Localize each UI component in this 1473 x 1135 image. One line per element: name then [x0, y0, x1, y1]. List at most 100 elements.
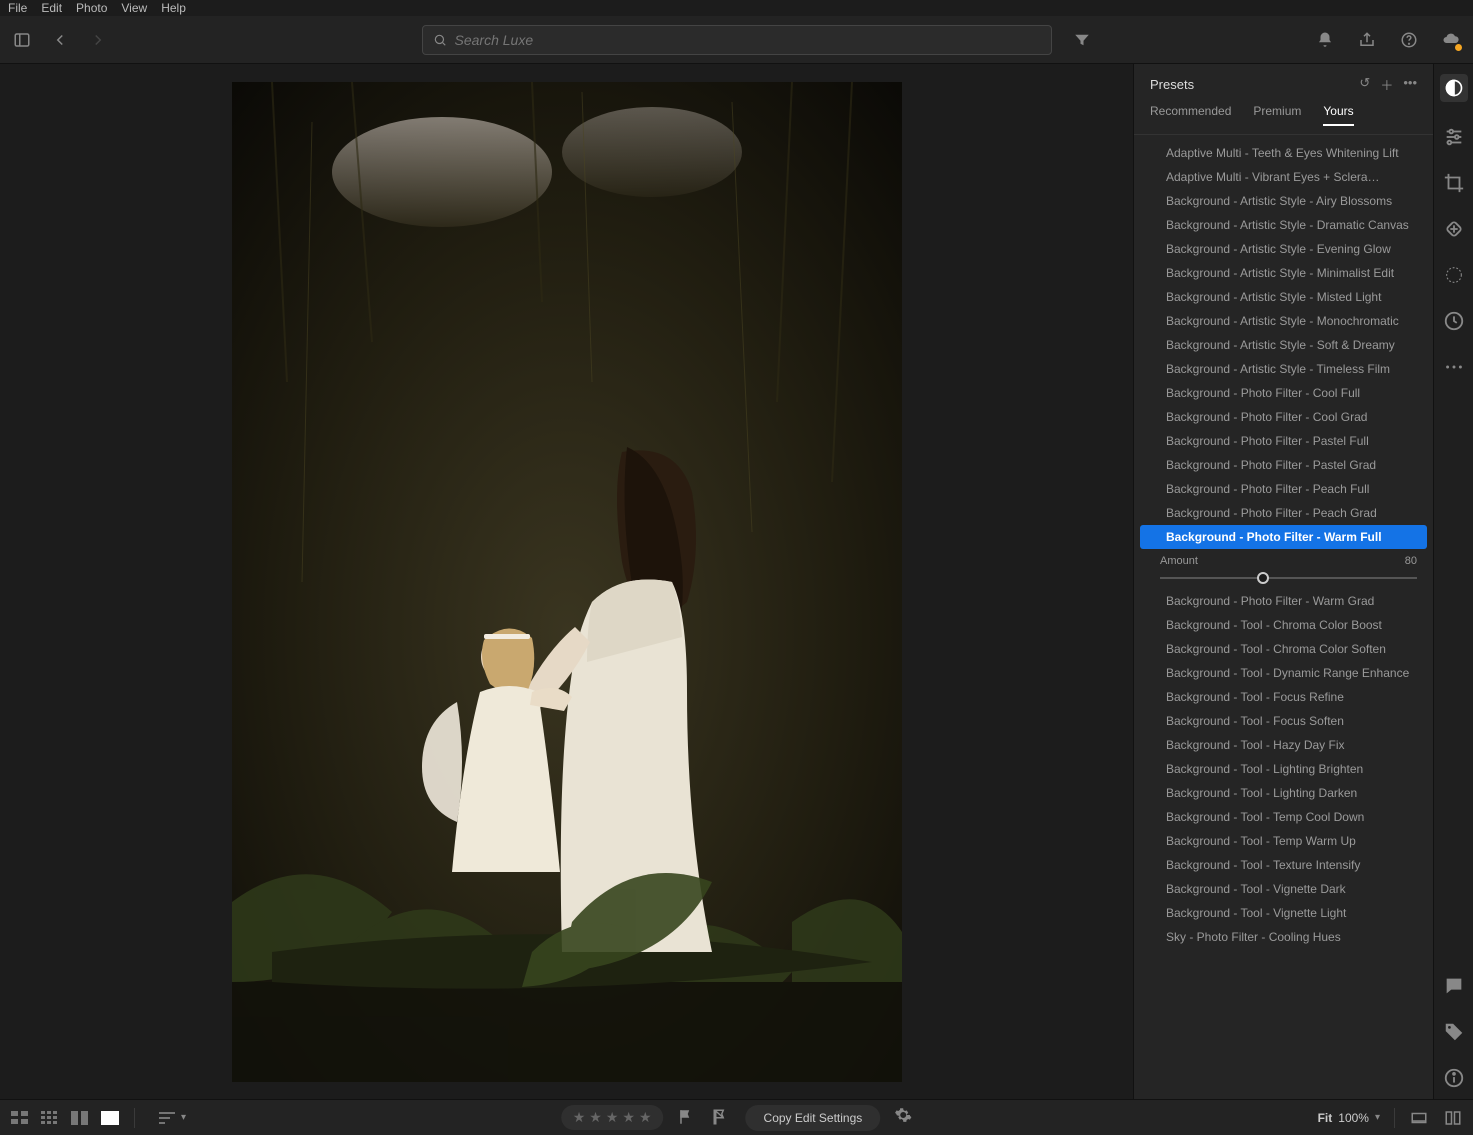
preset-item[interactable]: Background - Artistic Style - Misted Lig… — [1140, 285, 1427, 309]
preset-item[interactable]: Background - Photo Filter - Warm Grad — [1140, 589, 1427, 613]
star-1[interactable]: ★ — [573, 1109, 586, 1126]
preset-item[interactable]: Background - Tool - Focus Refine — [1140, 685, 1427, 709]
keywords-icon[interactable] — [1443, 1021, 1465, 1043]
filter-icon[interactable] — [1072, 30, 1092, 50]
preset-item[interactable]: Background - Tool - Temp Warm Up — [1140, 829, 1427, 853]
sidebar-toggle-icon[interactable] — [12, 30, 32, 50]
preset-item[interactable]: Background - Photo Filter - Warm Full — [1140, 525, 1427, 549]
tab-recommended[interactable]: Recommended — [1150, 104, 1231, 126]
preset-item[interactable]: Background - Photo Filter - Pastel Grad — [1140, 453, 1427, 477]
small-grid-icon[interactable] — [40, 1110, 60, 1126]
settings-gear-icon[interactable] — [894, 1106, 912, 1129]
preset-item[interactable]: Background - Tool - Hazy Day Fix — [1140, 733, 1427, 757]
star-4[interactable]: ★ — [622, 1109, 635, 1126]
preset-item[interactable]: Background - Artistic Style - Monochroma… — [1140, 309, 1427, 333]
presets-title: Presets — [1150, 77, 1194, 92]
cloud-sync-icon[interactable] — [1441, 30, 1461, 50]
notifications-icon[interactable] — [1315, 30, 1335, 50]
flag-pick-icon[interactable] — [678, 1108, 698, 1128]
undo-preset-icon[interactable]: ↺ — [1359, 75, 1370, 94]
menu-file[interactable]: File — [8, 1, 27, 15]
preset-list[interactable]: Adaptive Multi - Teeth & Eyes Whitening … — [1134, 135, 1433, 1099]
tab-premium[interactable]: Premium — [1253, 104, 1301, 126]
forward-button[interactable] — [88, 30, 108, 50]
preset-item[interactable]: Background - Tool - Chroma Color Soften — [1140, 637, 1427, 661]
filmstrip-toggle-icon[interactable] — [1409, 1108, 1429, 1128]
menu-help[interactable]: Help — [161, 1, 186, 15]
healing-tool-icon[interactable] — [1443, 218, 1465, 240]
compare-view-icon[interactable] — [70, 1110, 90, 1126]
comments-icon[interactable] — [1443, 975, 1465, 997]
presets-panel: Presets ↺ ＋ ••• Recommended Premium Your… — [1133, 64, 1433, 1099]
detail-view-icon[interactable] — [100, 1110, 120, 1126]
star-3[interactable]: ★ — [606, 1109, 619, 1126]
preset-item[interactable]: Background - Artistic Style - Timeless F… — [1140, 357, 1427, 381]
photo-preview — [232, 82, 902, 1082]
preset-item[interactable]: Background - Artistic Style - Soft & Dre… — [1140, 333, 1427, 357]
preset-item[interactable]: Background - Photo Filter - Peach Full — [1140, 477, 1427, 501]
amount-label: Amount — [1160, 555, 1198, 567]
preset-item[interactable]: Background - Photo Filter - Peach Grad — [1140, 501, 1427, 525]
search-input[interactable] — [455, 32, 1041, 48]
star-2[interactable]: ★ — [589, 1109, 602, 1126]
masking-tool-icon[interactable] — [1443, 264, 1465, 286]
preset-item[interactable]: Background - Artistic Style - Evening Gl… — [1140, 237, 1427, 261]
menu-bar: File Edit Photo View Help — [0, 0, 1473, 16]
preset-item[interactable]: Background - Artistic Style - Airy Bloss… — [1140, 189, 1427, 213]
presets-tabs: Recommended Premium Yours — [1134, 104, 1433, 135]
preset-item[interactable]: Background - Tool - Lighting Brighten — [1140, 757, 1427, 781]
zoom-dropdown[interactable]: Fit 100% ▾ — [1318, 1111, 1380, 1125]
menu-edit[interactable]: Edit — [41, 1, 62, 15]
grid-view-icon[interactable] — [10, 1110, 30, 1126]
sliders-icon[interactable] — [1443, 126, 1465, 148]
preset-item[interactable]: Background - Tool - Vignette Light — [1140, 901, 1427, 925]
crop-tool-icon[interactable] — [1443, 172, 1465, 194]
zoom-value: 100% — [1338, 1111, 1369, 1125]
menu-view[interactable]: View — [121, 1, 147, 15]
preset-item[interactable]: Background - Photo Filter - Cool Grad — [1140, 405, 1427, 429]
flag-reject-icon[interactable] — [712, 1108, 732, 1128]
preset-item[interactable]: Background - Artistic Style - Dramatic C… — [1140, 213, 1427, 237]
preset-item[interactable]: Adaptive Multi - Vibrant Eyes + Sclera… — [1140, 165, 1427, 189]
preset-item[interactable]: Background - Photo Filter - Cool Full — [1140, 381, 1427, 405]
preset-item[interactable]: Background - Tool - Lighting Darken — [1140, 781, 1427, 805]
preset-item[interactable]: Sky - Photo Filter - Cooling Hues — [1140, 925, 1427, 949]
preset-item[interactable]: Background - Tool - Vignette Dark — [1140, 877, 1427, 901]
preset-item[interactable]: Background - Tool - Focus Soften — [1140, 709, 1427, 733]
back-button[interactable] — [50, 30, 70, 50]
bottom-bar: ▾ ★ ★ ★ ★ ★ Copy Edit Settings Fit 100% … — [0, 1099, 1473, 1135]
preset-item[interactable]: Background - Artistic Style - Minimalist… — [1140, 261, 1427, 285]
more-tools-icon[interactable] — [1443, 356, 1465, 378]
search-icon — [433, 33, 447, 47]
top-toolbar — [0, 16, 1473, 64]
copy-edit-settings-button[interactable]: Copy Edit Settings — [746, 1105, 881, 1131]
more-preset-icon[interactable]: ••• — [1403, 75, 1417, 94]
tab-yours[interactable]: Yours — [1323, 104, 1353, 126]
search-field[interactable] — [422, 25, 1052, 55]
preset-item[interactable]: Background - Photo Filter - Pastel Full — [1140, 429, 1427, 453]
sync-warning-badge — [1454, 43, 1463, 52]
help-icon[interactable] — [1399, 30, 1419, 50]
edit-tool-icon[interactable] — [1440, 74, 1468, 102]
preset-item[interactable]: Background - Tool - Chroma Color Boost — [1140, 613, 1427, 637]
chevron-down-icon: ▾ — [181, 1112, 186, 1123]
photo-canvas[interactable] — [0, 64, 1133, 1099]
rating-stars[interactable]: ★ ★ ★ ★ ★ — [561, 1105, 664, 1130]
amount-slider[interactable] — [1134, 577, 1433, 589]
add-preset-icon[interactable]: ＋ — [1380, 75, 1393, 94]
star-5[interactable]: ★ — [639, 1109, 652, 1126]
info-icon[interactable] — [1443, 1067, 1465, 1089]
preset-item[interactable]: Background - Tool - Texture Intensify — [1140, 853, 1427, 877]
panel-toggle-icon[interactable] — [1443, 1108, 1463, 1128]
chevron-down-icon: ▾ — [1375, 1112, 1380, 1123]
amount-value: 80 — [1405, 555, 1417, 567]
preset-item[interactable]: Background - Tool - Temp Cool Down — [1140, 805, 1427, 829]
sort-dropdown[interactable]: ▾ — [159, 1111, 186, 1125]
menu-photo[interactable]: Photo — [76, 1, 107, 15]
versions-icon[interactable] — [1443, 310, 1465, 332]
preset-item[interactable]: Background - Tool - Dynamic Range Enhanc… — [1140, 661, 1427, 685]
preset-item[interactable]: Adaptive Multi - Teeth & Eyes Whitening … — [1140, 141, 1427, 165]
fit-label: Fit — [1318, 1111, 1333, 1125]
share-icon[interactable] — [1357, 30, 1377, 50]
tool-rail — [1433, 64, 1473, 1099]
